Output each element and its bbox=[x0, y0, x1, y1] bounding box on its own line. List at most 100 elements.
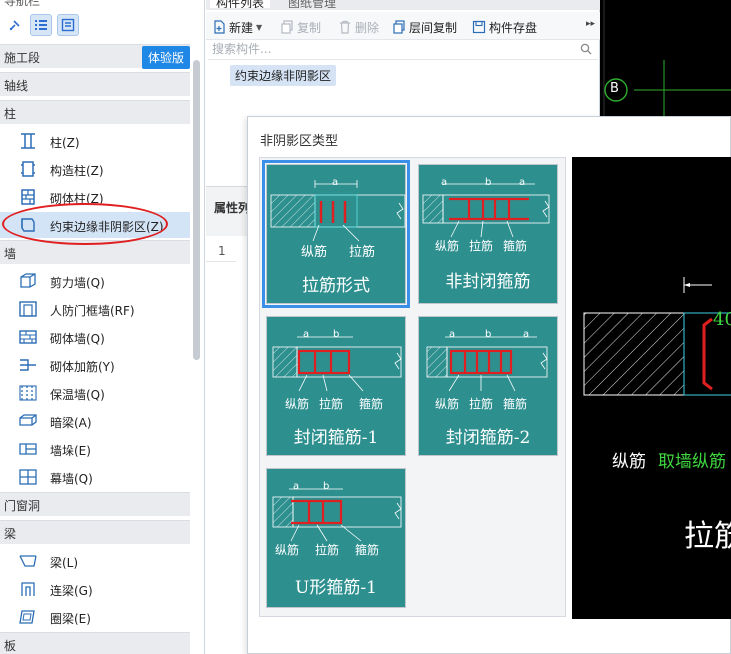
card-name: 非封闭箍筋 bbox=[445, 272, 531, 292]
trial-badge[interactable]: 体验版 bbox=[141, 46, 190, 69]
new-file-icon bbox=[214, 20, 225, 34]
card-open-stirrup[interactable]: a b a 纵筋 拉筋 箍筋 非封闭箍筋 bbox=[418, 164, 558, 304]
dim-label: a bbox=[519, 177, 526, 188]
card-name: U形箍筋-1 bbox=[295, 578, 377, 598]
dim-label: b bbox=[485, 329, 492, 340]
save-component-button[interactable]: 构件存盘 bbox=[472, 17, 537, 37]
preview-dim-label: 40 bbox=[713, 309, 731, 330]
section-beam[interactable]: 梁 bbox=[0, 520, 190, 544]
card-name: 封闭箍筋-2 bbox=[445, 428, 531, 448]
card-name: 拉筋形式 bbox=[302, 276, 370, 296]
more-tools-icon[interactable]: ▸▸ bbox=[586, 19, 595, 29]
list-view-icon[interactable] bbox=[30, 14, 52, 36]
card-label-tie: 拉筋 bbox=[469, 239, 494, 253]
nav-item-curtain-wall[interactable]: 幕墙(Q) bbox=[0, 464, 190, 490]
card-u-stirrup-1[interactable]: a b 纵筋 拉筋 箍筋 U形箍筋-1 bbox=[266, 468, 406, 608]
floor-copy-button[interactable]: 层间复制 bbox=[392, 17, 457, 37]
nav-item-wall-pier[interactable]: 墙垛(E) bbox=[0, 436, 190, 462]
type-card-grid: a 纵筋 拉筋 拉筋形式 a b a 纵筋 拉筋 箍筋 非封闭箍筋 a b 纵筋… bbox=[259, 157, 566, 617]
card-label-tie: 拉筋 bbox=[349, 245, 376, 260]
card-label-longitudinal: 纵筋 bbox=[435, 397, 460, 411]
nav-item-label: 连梁(G) bbox=[50, 584, 93, 598]
dim-label: b bbox=[333, 329, 340, 340]
tab-drawing-management[interactable]: 图纸管理 bbox=[282, 0, 342, 8]
nav-item-hidden-beam[interactable]: 暗梁(A) bbox=[0, 408, 190, 434]
new-label: 新建 bbox=[229, 20, 254, 35]
nav-scrollbar[interactable] bbox=[193, 60, 200, 360]
copy-icon bbox=[281, 20, 293, 34]
detail-view-icon[interactable] bbox=[57, 14, 79, 36]
nav-item-label: 暗梁(A) bbox=[50, 416, 92, 430]
dialog-title: 非阴影区类型 bbox=[260, 134, 339, 149]
pin-icon[interactable] bbox=[4, 14, 26, 36]
card-closed-stirrup-1[interactable]: a b 纵筋 拉筋 箍筋 封闭箍筋-1 bbox=[266, 316, 406, 456]
card-label-stirrup: 箍筋 bbox=[503, 239, 528, 253]
preview-label-longitudinal: 纵筋 bbox=[612, 452, 646, 472]
property-row[interactable]: 1 bbox=[206, 240, 236, 262]
nav-item-shear-wall[interactable]: 剪力墙(Q) bbox=[0, 268, 190, 294]
nav-toolbar bbox=[0, 12, 204, 40]
navigation-panel: 导航栏 施工段 体验版 轴线 柱 柱(Z) 构造柱(Z) 砌体柱(Z) 约束边缘… bbox=[0, 0, 205, 654]
nav-item-label: 柱(Z) bbox=[50, 136, 80, 150]
insulation-wall-icon bbox=[19, 385, 37, 401]
dropdown-caret-icon: ▼ bbox=[256, 22, 263, 32]
dim-label: a bbox=[441, 177, 448, 188]
column-icon bbox=[21, 133, 35, 149]
nav-item-masonry-reinforcement[interactable]: 砌体加筋(Y) bbox=[0, 352, 190, 378]
search-icon[interactable] bbox=[580, 43, 592, 55]
card-label-stirrup: 箍筋 bbox=[359, 397, 384, 411]
card-label-longitudinal: 纵筋 bbox=[285, 397, 310, 411]
tab-component-list[interactable]: 构件列表 bbox=[210, 0, 271, 8]
delete-button[interactable]: 删除 bbox=[338, 17, 379, 37]
section-construction-stage[interactable]: 施工段 体验版 bbox=[0, 44, 190, 69]
shear-wall-icon bbox=[20, 273, 36, 288]
non-shadow-type-dialog: 非阴影区类型 a 纵筋 拉筋 拉筋形式 a b a 纵筋 拉筋 箍筋 非封闭箍筋… bbox=[247, 116, 731, 654]
copy-button[interactable]: 复制 bbox=[280, 17, 321, 37]
floor-copy-icon bbox=[393, 20, 405, 34]
delete-label: 删除 bbox=[355, 20, 380, 35]
hidden-beam-icon bbox=[19, 414, 37, 426]
section-axis[interactable]: 轴线 bbox=[0, 72, 190, 96]
nav-item-label: 构造柱(Z) bbox=[50, 164, 104, 178]
nav-item-masonry-wall[interactable]: 砌体墙(Q) bbox=[0, 324, 190, 350]
dim-label: b bbox=[485, 177, 492, 188]
dim-label: a bbox=[332, 177, 339, 188]
save-icon bbox=[472, 20, 486, 34]
section-column[interactable]: 柱 bbox=[0, 100, 190, 124]
nav-item-civil-defense-door-wall[interactable]: 人防门框墙(RF) bbox=[0, 296, 190, 322]
preview-label-wall-rebar: 取墙纵筋 bbox=[658, 452, 726, 472]
nav-item-structural-column[interactable]: 构造柱(Z) bbox=[0, 156, 190, 182]
section-slab[interactable]: 板 bbox=[0, 632, 190, 654]
nav-item-insulation-wall[interactable]: 保温墙(Q) bbox=[0, 380, 190, 406]
card-label-longitudinal: 纵筋 bbox=[275, 543, 300, 557]
nav-item-label: 人防门框墙(RF) bbox=[50, 304, 135, 318]
dim-label: a bbox=[449, 329, 456, 340]
card-closed-stirrup-2[interactable]: a b a 纵筋 拉筋 箍筋 封闭箍筋-2 bbox=[418, 316, 558, 456]
copy-label: 复制 bbox=[297, 20, 322, 35]
section-label: 门窗洞 bbox=[4, 499, 41, 513]
nav-item-label: 保温墙(Q) bbox=[50, 388, 105, 402]
curtain-wall-icon bbox=[19, 469, 37, 485]
panel-tabs: 构件列表 图纸管理 bbox=[206, 0, 600, 10]
new-button[interactable]: 新建 ▼ bbox=[212, 17, 262, 37]
axis-label: B bbox=[610, 81, 619, 96]
component-list-item[interactable]: 约束边缘非阴影区 bbox=[230, 65, 337, 86]
section-label: 柱 bbox=[4, 107, 17, 121]
card-label-longitudinal: 纵筋 bbox=[435, 239, 460, 253]
nav-item-beam[interactable]: 梁(L) bbox=[0, 548, 190, 574]
nav-item-ring-beam[interactable]: 圈梁(E) bbox=[0, 604, 190, 630]
card-label-stirrup: 箍筋 bbox=[503, 397, 528, 411]
cad-canvas[interactable]: B bbox=[600, 0, 731, 118]
card-tie-bar-form[interactable]: a 纵筋 拉筋 拉筋形式 bbox=[262, 160, 410, 308]
card-label-longitudinal: 纵筋 bbox=[301, 245, 328, 260]
component-search-input[interactable] bbox=[208, 40, 568, 58]
floor-copy-label: 层间复制 bbox=[409, 20, 458, 35]
nav-item-column[interactable]: 柱(Z) bbox=[0, 128, 190, 154]
section-label: 墙 bbox=[4, 247, 17, 261]
section-door-window[interactable]: 门窗洞 bbox=[0, 492, 190, 516]
nav-item-label: 墙垛(E) bbox=[50, 444, 91, 458]
nav-item-coupling-beam[interactable]: 连梁(G) bbox=[0, 576, 190, 602]
card-label-tie: 拉筋 bbox=[315, 543, 340, 557]
masonry-column-icon bbox=[21, 189, 35, 205]
trash-icon bbox=[340, 20, 350, 34]
